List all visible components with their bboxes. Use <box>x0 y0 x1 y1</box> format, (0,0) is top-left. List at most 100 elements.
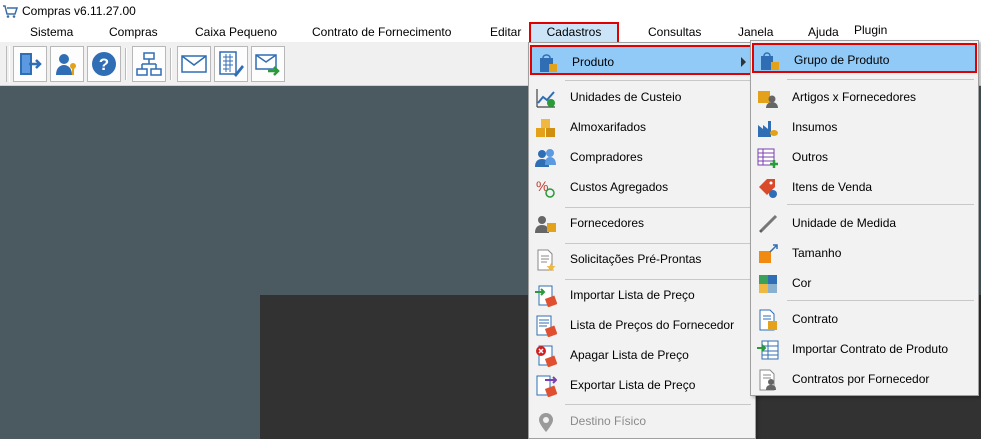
menu-item-apagar-lista[interactable]: Apagar Lista de Preço <box>530 340 754 370</box>
menu-item-lista-precos[interactable]: Lista de Preços do Fornecedor <box>530 310 754 340</box>
percent-icon: % <box>535 177 557 199</box>
menu-cadastros[interactable]: Cadastros <box>529 22 619 42</box>
menu-item-importar-lista[interactable]: Importar Lista de Preço <box>530 280 754 310</box>
import-contract-icon <box>757 339 779 361</box>
calculator-button[interactable] <box>214 46 248 82</box>
menu-item-label: Exportar Lista de Preço <box>570 378 696 392</box>
menu-item-label: Unidades de Custeio <box>570 90 682 104</box>
menu-item-label: Importar Contrato de Produto <box>792 342 949 356</box>
menu-plugin[interactable]: Plugin <box>854 20 887 40</box>
menu-item-label: Contratos por Fornecedor <box>792 372 930 386</box>
menu-item-label: Apagar Lista de Preço <box>570 348 689 362</box>
toolbar-separator <box>170 48 172 80</box>
menu-separator <box>787 79 974 80</box>
price-list-icon <box>535 315 557 337</box>
menu-separator <box>787 300 974 301</box>
export-price-icon <box>535 375 557 397</box>
menu-item-label: Cor <box>792 276 812 290</box>
menu-item-fornecedores[interactable]: Fornecedores <box>530 208 754 238</box>
factory-icon <box>757 117 779 139</box>
product-bag-icon <box>537 52 559 74</box>
menu-item-outros[interactable]: Outros <box>752 142 977 172</box>
menu-sistema[interactable]: Sistema <box>30 22 73 42</box>
menu-separator <box>787 204 974 205</box>
menu-item-label: Compradores <box>570 150 643 164</box>
menu-consultas[interactable]: Consultas <box>648 22 701 42</box>
envelope-icon <box>181 55 207 73</box>
org-chart-button[interactable] <box>132 46 166 82</box>
menu-contrato-fornecimento[interactable]: Contrato de Fornecimento <box>312 22 451 42</box>
menu-item-destino-fisico: Destino Físico <box>530 406 754 436</box>
cadastros-menu: Produto Unidades de Custeio Almoxarifado… <box>528 42 756 439</box>
menu-item-contratos-fornecedor[interactable]: Contratos por Fornecedor <box>752 364 977 394</box>
exit-door-icon <box>20 53 42 75</box>
menu-item-unidades-custeio[interactable]: Unidades de Custeio <box>530 82 754 112</box>
menu-item-custos-agregados[interactable]: % Custos Agregados <box>530 172 754 202</box>
menu-item-tamanho[interactable]: Tamanho <box>752 238 977 268</box>
menu-item-label: Insumos <box>792 120 838 134</box>
menu-item-label: Destino Físico <box>570 414 647 428</box>
title-bar: Compras v6.11.27.00 <box>0 0 981 22</box>
menu-item-artigos-fornecedores[interactable]: Artigos x Fornecedores <box>752 82 977 112</box>
svg-text:?: ? <box>99 55 109 74</box>
menu-item-itens-venda[interactable]: Itens de Venda <box>752 172 977 202</box>
article-supplier-icon <box>757 87 779 109</box>
resize-icon <box>757 243 779 265</box>
menu-item-label: Almoxarifados <box>570 120 647 134</box>
submenu-arrow-icon <box>741 57 746 67</box>
boxes-icon <box>535 117 557 139</box>
chart-money-icon <box>535 87 557 109</box>
delete-price-icon <box>535 345 557 367</box>
menu-item-label: Lista de Preços do Fornecedor <box>570 318 735 332</box>
menu-janela[interactable]: Janela <box>738 22 773 42</box>
menu-item-label: Custos Agregados <box>570 180 669 194</box>
menu-item-compradores[interactable]: Compradores <box>530 142 754 172</box>
menu-item-label: Contrato <box>792 312 839 326</box>
menu-compras[interactable]: Compras <box>109 22 158 42</box>
supplier-icon <box>535 213 557 235</box>
menu-bar: Sistema Compras Caixa Pequeno Contrato d… <box>0 22 981 42</box>
menu-caixa-pequeno[interactable]: Caixa Pequeno <box>195 22 277 42</box>
user-key-icon <box>56 54 76 75</box>
produto-submenu: Grupo de Produto Artigos x Fornecedores … <box>750 40 979 396</box>
menu-item-label: Grupo de Produto <box>794 53 890 67</box>
send-mail-button[interactable] <box>251 46 285 82</box>
cart-icon <box>3 5 18 18</box>
menu-item-label: Fornecedores <box>570 216 645 230</box>
contract-icon <box>757 309 779 331</box>
product-group-icon <box>759 50 781 72</box>
menu-item-importar-contrato[interactable]: Importar Contrato de Produto <box>752 334 977 364</box>
menu-item-contrato[interactable]: Contrato <box>752 304 977 334</box>
toolbar-separator <box>125 48 127 80</box>
menu-item-label: Itens de Venda <box>792 180 873 194</box>
menu-item-exportar-lista[interactable]: Exportar Lista de Preço <box>530 370 754 400</box>
menu-item-label: Tamanho <box>792 246 842 260</box>
mail-button[interactable] <box>177 46 211 82</box>
menu-ajuda[interactable]: Ajuda <box>808 22 839 42</box>
color-swatch-icon <box>757 273 779 295</box>
toolbar-grip[interactable] <box>6 46 10 82</box>
people-icon <box>535 147 557 169</box>
menu-item-cor[interactable]: Cor <box>752 268 977 298</box>
user-access-button[interactable] <box>50 46 84 82</box>
menu-separator <box>565 80 751 81</box>
menu-item-label: Importar Lista de Preço <box>570 288 695 302</box>
menu-item-label: Outros <box>792 150 829 164</box>
menu-item-label: Solicitações Pré-Prontas <box>570 252 702 266</box>
menu-item-label: Produto <box>572 55 615 69</box>
menu-item-insumos[interactable]: Insumos <box>752 112 977 142</box>
table-plus-icon <box>757 147 779 169</box>
help-button[interactable]: ? <box>87 46 121 82</box>
supplier-contract-icon <box>757 369 779 391</box>
exit-button[interactable] <box>13 46 47 82</box>
help-icon: ? <box>92 52 116 76</box>
menu-item-grupo-produto[interactable]: Grupo de Produto <box>752 43 977 73</box>
menu-item-almoxarifados[interactable]: Almoxarifados <box>530 112 754 142</box>
menu-item-unidade-medida[interactable]: Unidade de Medida <box>752 208 977 238</box>
menu-editar[interactable]: Editar <box>490 22 521 42</box>
menu-item-produto[interactable]: Produto <box>530 45 754 75</box>
menu-item-label: Artigos x Fornecedores <box>792 90 917 104</box>
menu-item-solicitacoes[interactable]: Solicitações Pré-Prontas <box>530 244 754 274</box>
calculator-pen-icon <box>219 51 244 77</box>
menu-item-label: Unidade de Medida <box>792 216 897 230</box>
